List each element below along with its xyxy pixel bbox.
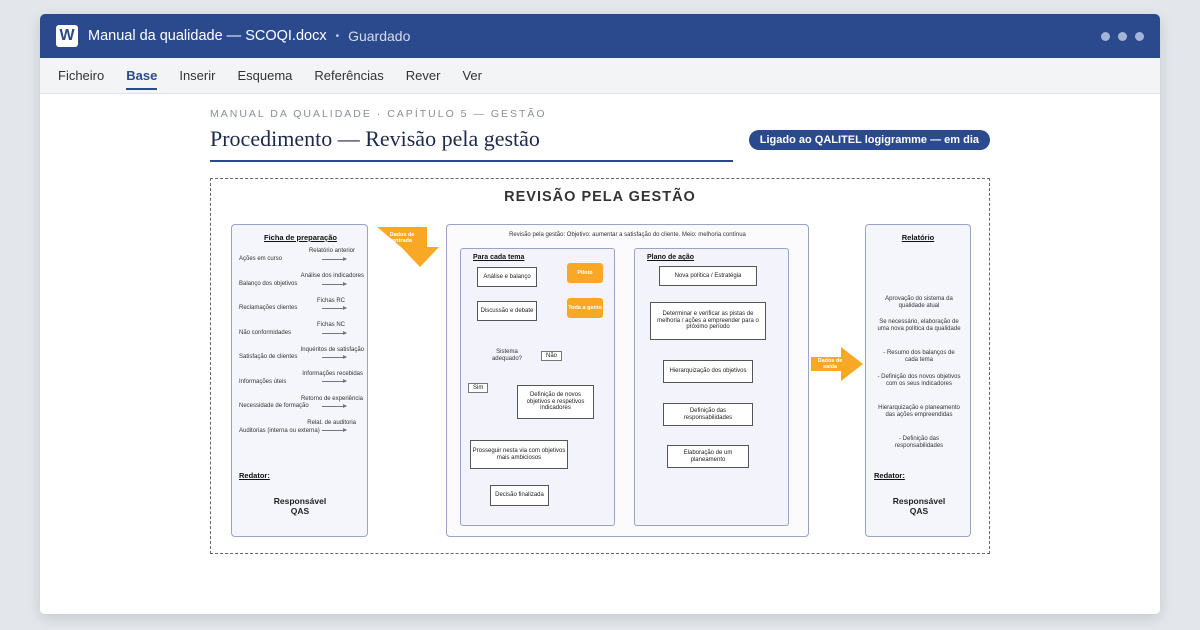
prep-row-arrow — [322, 257, 347, 261]
document-title: Manual da qualidade — SCOQI.docx — [88, 28, 327, 44]
window-controls — [1101, 31, 1144, 41]
prep-row-right: Análise dos indicadores — [300, 273, 364, 279]
prep-row-left: Não conformidades — [239, 330, 292, 336]
prep-row-arrow — [322, 404, 347, 408]
prep-row-left: Necessidade de formação — [239, 403, 309, 409]
prioritization-box: Hierarquização dos objetivos — [663, 360, 753, 383]
tab-esquema[interactable]: Esquema — [237, 58, 292, 93]
action-heading: Plano de ação — [647, 254, 695, 261]
title-separator: • — [335, 30, 340, 42]
report-panel: Relatório Aprovação do sistema da qualid… — [865, 224, 971, 537]
input-arrow-label: Dados de entrada — [389, 232, 415, 245]
tab-inserir[interactable]: Inserir — [179, 58, 215, 93]
review-caption: Revisão pela gestão: Objetivo: aumentar … — [509, 232, 746, 238]
prep-panel: Ficha de preparação Relatório anterior A… — [231, 224, 368, 537]
tab-ficheiro[interactable]: Ficheiro — [58, 58, 104, 93]
no-label: Não — [541, 351, 563, 361]
discussion-box: Discussão e debate — [477, 301, 537, 321]
pilot-box: Piloto — [567, 263, 603, 283]
prep-row-left: Auditorias (interna ou externa) — [239, 428, 320, 434]
new-objectives-box: Definição de novos objetivos e respetivo… — [517, 385, 594, 419]
title-bar: W Manual da qualidade — SCOQI.docx • Gua… — [40, 14, 1160, 58]
action-subpanel — [634, 248, 789, 526]
improvement-box: Determinar e verificar as pistas de melh… — [650, 302, 766, 340]
prep-row-arrow — [322, 428, 347, 432]
prep-row-left: Balanço dos objetivos — [239, 281, 298, 287]
report-heading: Relatório — [901, 233, 935, 242]
word-app-icon: W — [56, 25, 78, 47]
responsibilities-box: Definição das responsabilidades — [663, 403, 753, 426]
window-control-dot-icon[interactable] — [1135, 31, 1144, 41]
report-item: - Resumo dos balanços de cada tema — [883, 350, 955, 363]
word-window: W Manual da qualidade — SCOQI.docx • Gua… — [40, 14, 1160, 614]
prep-redator-label: Redator: — [239, 471, 270, 480]
window-control-dot-icon[interactable] — [1118, 31, 1127, 41]
title-row: Procedimento — Revisão pela gestão Ligad… — [210, 126, 990, 162]
report-item: - Definição das responsabilidades — [894, 436, 944, 449]
tab-rever[interactable]: Rever — [406, 58, 441, 93]
everyone-box: Toda a gente — [567, 298, 603, 318]
continue-box: Prosseguir nesta via com objetivos mais … — [470, 440, 568, 469]
prep-row-arrow — [322, 331, 347, 335]
prep-row-arrow — [322, 282, 347, 286]
document-page: MANUAL DA QUALIDADE · CAPÍTULO 5 — GESTÃ… — [210, 108, 990, 554]
tab-base[interactable]: Base — [126, 58, 158, 93]
report-redator-label: Redator: — [874, 471, 905, 480]
analysis-box: Análise e balanço — [477, 267, 537, 287]
chapter-kicker: MANUAL DA QUALIDADE · CAPÍTULO 5 — GESTÃ… — [210, 108, 547, 120]
prep-row-right: Fichas NC — [316, 322, 345, 328]
report-item: Se necessário, elaboração de uma nova po… — [877, 319, 961, 332]
report-item: Aprovação do sistema da qualidade atual — [885, 296, 953, 309]
prep-row-right: Inquéritos de satisfação — [300, 347, 364, 353]
tab-referencias[interactable]: Referências — [314, 58, 383, 93]
prep-heading: Ficha de preparação — [264, 233, 337, 242]
final-decision-box: Decisão finalizada — [490, 485, 549, 506]
prep-row-arrow — [322, 306, 347, 310]
report-responsible: Responsável QAS — [892, 496, 946, 517]
output-arrow-label: Dados de saída — [817, 358, 843, 371]
report-item: Hierarquização e planeamento das ações e… — [878, 405, 960, 418]
prep-row-arrow — [322, 379, 347, 383]
prep-row-right: Relatório anterior — [308, 248, 355, 254]
save-status: Guardado — [348, 28, 411, 44]
prep-row-right: Retorno de experiência — [300, 396, 363, 402]
yes-label: Sim — [468, 383, 489, 393]
report-item: - Definição dos novos objetivos com os s… — [877, 374, 961, 387]
prep-responsible: Responsável QAS — [273, 496, 327, 517]
theme-heading: Para cada tema — [473, 254, 525, 261]
prep-row-right: Informações recebidas — [302, 371, 363, 377]
flowchart-figure[interactable]: REVISÃO PELA GESTÃO Dados de entrada Dad… — [210, 178, 990, 554]
prep-row-arrow — [322, 355, 347, 359]
prep-row-left: Informações úteis — [239, 379, 287, 385]
window-control-dot-icon[interactable] — [1101, 31, 1110, 41]
prep-row-right: Fichas RC — [316, 298, 345, 304]
ribbon-tabs: Ficheiro Base Inserir Esquema Referência… — [40, 58, 1160, 94]
prep-row-left: Reclamações clientes — [239, 305, 298, 311]
policy-box: Nova política / Estratégia — [659, 266, 757, 286]
tab-ver[interactable]: Ver — [462, 58, 482, 93]
decision-label: Sistema adequado? — [491, 349, 523, 362]
link-status-badge[interactable]: Ligado ao QALITEL logigramme — em dia — [748, 130, 990, 150]
prep-row-left: Satisfação de clientes — [239, 354, 298, 360]
page-title: Procedimento — Revisão pela gestão — [210, 126, 733, 162]
prep-row-right: Relat. de auditoria — [307, 420, 356, 426]
prep-row-left: Ações em curso — [239, 256, 283, 262]
planning-box: Elaboração de um planeamento — [667, 445, 749, 468]
